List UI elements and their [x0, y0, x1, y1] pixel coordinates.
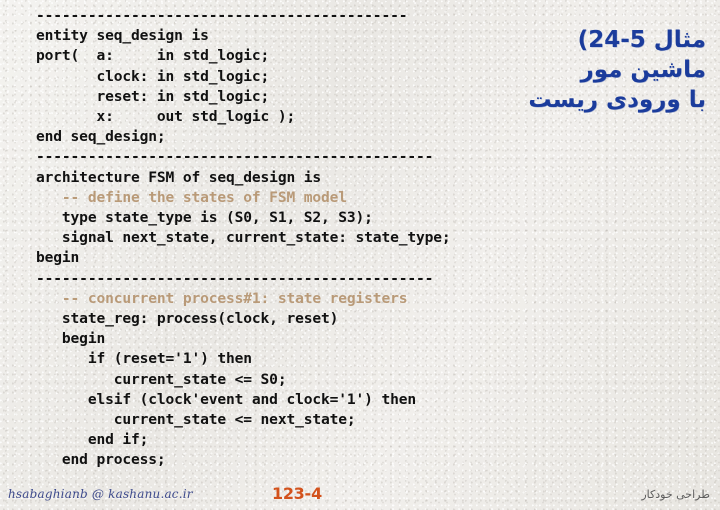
title-line-3: با ورودی ریست: [528, 87, 706, 113]
slide-title-persian: مثال 5-24) ماشین مور با ورودی ریست: [528, 25, 706, 115]
code-line: -- define the states of FSM model: [36, 188, 347, 206]
code-line: end process;: [36, 451, 166, 469]
slide-canvas: ----------------------------------------…: [0, 0, 720, 510]
page-number-suffix: -4: [304, 484, 323, 503]
title-line-1: مثال 5-24): [577, 27, 706, 53]
code-line: architecture FSM of seq_design is: [36, 168, 321, 186]
code-line: current_state <= S0;: [36, 370, 287, 388]
code-line: ----------------------------------------…: [36, 269, 434, 287]
code-line: elsif (clock'event and clock='1') then: [36, 390, 416, 408]
code-line: -- concurrent process#1: state registers: [36, 289, 408, 307]
code-line: type state_type is (S0, S1, S2, S3);: [36, 209, 373, 227]
code-line: if (reset='1') then: [36, 350, 252, 368]
code-line: state_reg: process(clock, reset): [36, 310, 339, 328]
code-line: ----------------------------------------…: [36, 148, 434, 166]
footer-course-title: طراحی خودکار: [641, 488, 710, 501]
code-line: begin: [36, 249, 80, 267]
code-line: ----------------------------------------…: [36, 7, 408, 24]
page-number-value: 123: [272, 484, 305, 503]
code-line: end if;: [36, 431, 149, 449]
code-line: signal next_state, current_state: state_…: [36, 229, 451, 247]
code-line: current_state <= next_state;: [36, 411, 356, 429]
footer-email-address: hsabaghianb @ kashanu.ac.ir: [8, 487, 193, 501]
title-line-2: ماشین مور: [580, 57, 707, 83]
code-line: end seq_design;: [36, 128, 166, 146]
code-line: begin: [36, 330, 106, 348]
footer-page-number: 123-4: [272, 484, 322, 503]
